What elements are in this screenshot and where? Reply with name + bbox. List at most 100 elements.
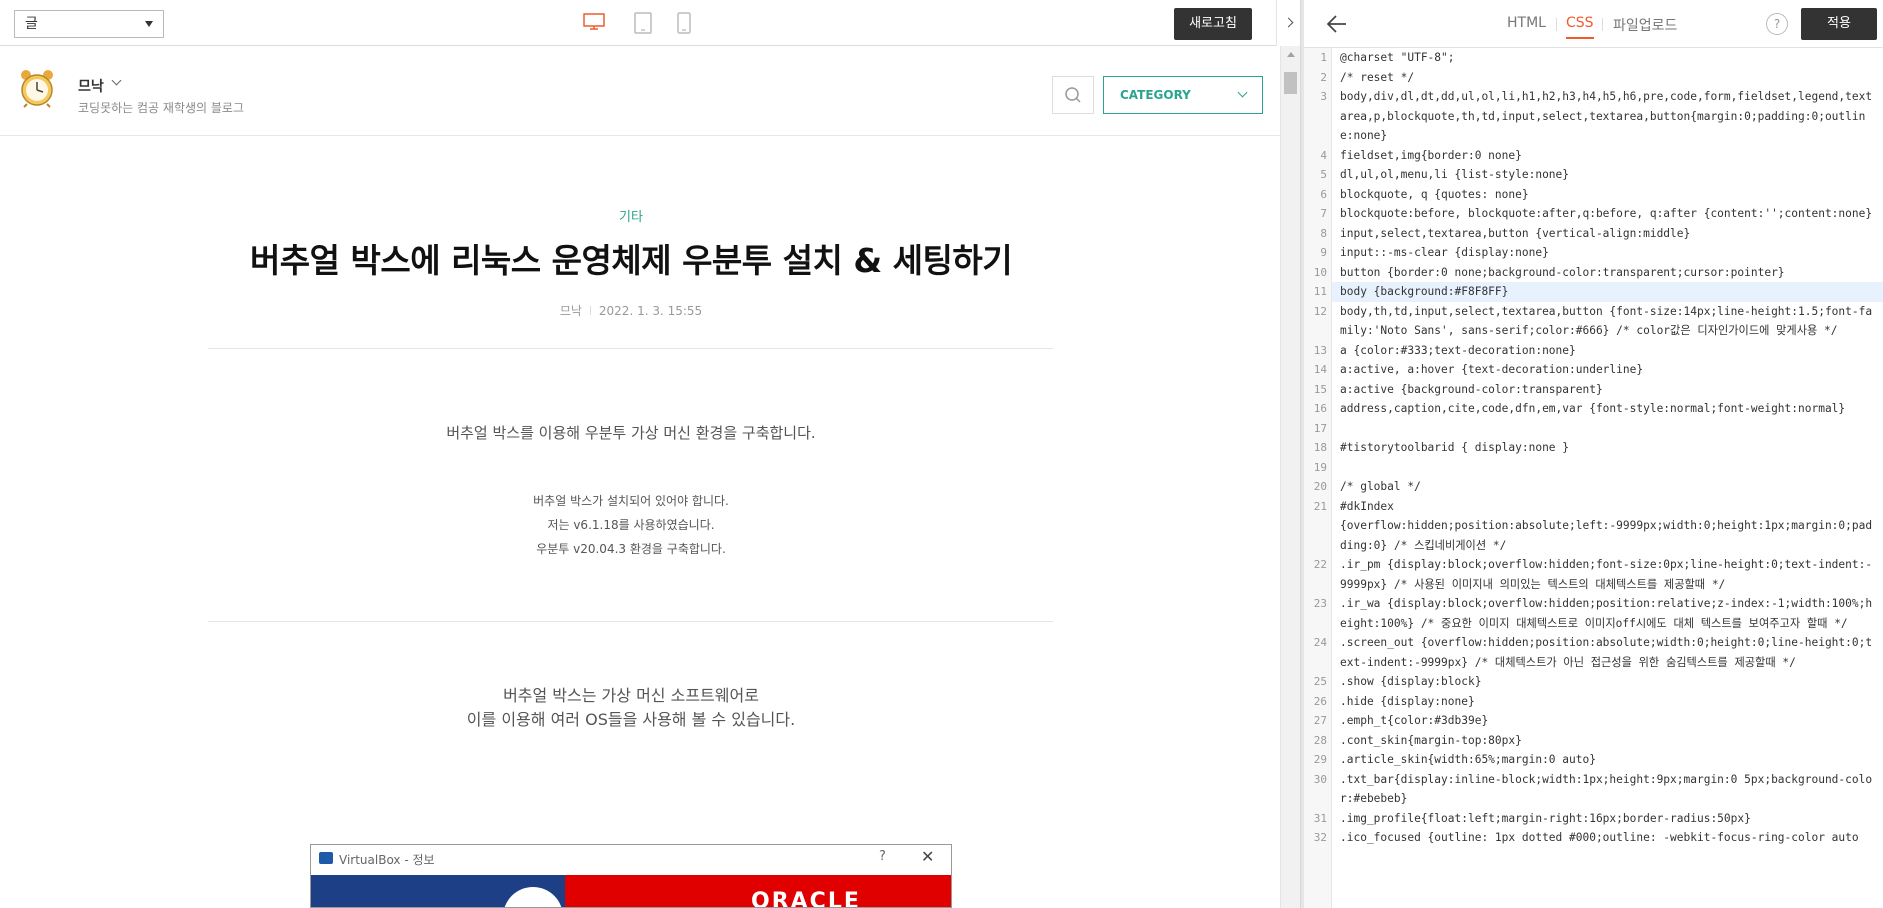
code-line[interactable]: 15 a:active {background-color:transparent… xyxy=(1304,380,1883,400)
code-text[interactable] xyxy=(1332,458,1883,478)
code-text[interactable]: a {color:#333;text-decoration:none} xyxy=(1332,341,1883,361)
tab-css[interactable]: CSS xyxy=(1566,15,1594,39)
refresh-button[interactable]: 새로고침 xyxy=(1174,8,1252,40)
alarm-clock-logo[interactable] xyxy=(18,68,56,108)
code-line[interactable]: 17 xyxy=(1304,419,1883,439)
code-text[interactable]: address,caption,cite,code,dfn,em,var {fo… xyxy=(1332,399,1883,419)
code-text[interactable]: .show {display:block} xyxy=(1332,672,1883,692)
code-line[interactable]: 24 .screen_out {overflow:hidden;position:… xyxy=(1304,633,1883,672)
line-number: 19 xyxy=(1313,460,1327,474)
code-line[interactable]: 26 .hide {display:none} xyxy=(1304,692,1883,712)
collapse-panel-button[interactable] xyxy=(1276,0,1300,46)
back-arrow-icon[interactable] xyxy=(1326,14,1348,34)
code-text[interactable]: body,th,td,input,select,textarea,button … xyxy=(1332,302,1883,341)
code-text[interactable]: .hide {display:none} xyxy=(1332,692,1883,712)
code-text[interactable]: .screen_out {overflow:hidden;position:ab… xyxy=(1332,633,1883,672)
code-text[interactable]: body,div,dl,dt,dd,ul,ol,li,h1,h2,h3,h4,h… xyxy=(1332,87,1883,146)
chevron-down-icon[interactable] xyxy=(111,75,122,86)
apply-button[interactable]: 적용 xyxy=(1801,8,1877,40)
tab-html[interactable]: HTML xyxy=(1507,15,1546,31)
code-lines[interactable]: 1 @charset "UTF-8"; 2 /* reset */ 3 body,div,… xyxy=(1304,48,1883,848)
code-text[interactable]: fieldset,img{border:0 none} xyxy=(1332,146,1883,166)
code-text[interactable]: {overflow:hidden;position:absolute;left:… xyxy=(1332,516,1883,555)
code-line[interactable]: 5 dl,ul,ol,menu,li {list-style:none} xyxy=(1304,165,1883,185)
code-line[interactable]: 8 input,select,textarea,button {vertical-… xyxy=(1304,224,1883,244)
preview-scrollbar[interactable] xyxy=(1280,46,1300,908)
help-button[interactable]: ? xyxy=(1766,13,1788,35)
code-line[interactable]: 21 #dkIndex xyxy=(1304,497,1883,517)
code-text[interactable]: button {border:0 none;background-color:t… xyxy=(1332,263,1883,283)
line-number xyxy=(1304,516,1332,555)
tablet-icon[interactable] xyxy=(634,12,652,34)
code-line[interactable]: 28 .cont_skin{margin-top:80px} xyxy=(1304,731,1883,751)
search-button[interactable] xyxy=(1052,76,1094,114)
code-line[interactable]: 29 .article_skin{width:65%;margin:0 auto} xyxy=(1304,750,1883,770)
code-text[interactable]: .img_profile{float:left;margin-right:16p… xyxy=(1332,809,1883,829)
tab-divider xyxy=(1602,18,1603,31)
code-text[interactable]: .cont_skin{margin-top:80px} xyxy=(1332,731,1883,751)
code-text[interactable]: a:active, a:hover {text-decoration:under… xyxy=(1332,360,1883,380)
code-line[interactable]: 16 address,caption,cite,code,dfn,em,var {… xyxy=(1304,399,1883,419)
code-text[interactable]: /* reset */ xyxy=(1332,68,1883,88)
code-line[interactable]: 32 .ico_focused {outline: 1px dotted #000… xyxy=(1304,828,1883,848)
line-number: 5 xyxy=(1320,168,1327,181)
preview-toolbar: 글 새로고침 xyxy=(0,0,1300,46)
code-line[interactable]: 11 body {background:#F8F8FF} xyxy=(1304,282,1883,302)
code-text[interactable]: #dkIndex xyxy=(1332,497,1883,517)
article-intro: 버추얼 박스를 이용해 우분투 가상 머신 환경을 구축합니다. xyxy=(446,424,816,442)
code-text[interactable]: .ir_wa {display:block;overflow:hidden;po… xyxy=(1332,594,1883,633)
code-text[interactable]: #tistorytoolbarid { display:none } xyxy=(1332,438,1883,458)
blog-title[interactable]: 므낙 xyxy=(78,76,104,96)
code-line[interactable]: 18 #tistorytoolbarid { display:none } xyxy=(1304,438,1883,458)
code-line[interactable]: 13 a {color:#333;text-decoration:none} xyxy=(1304,341,1883,361)
code-line[interactable]: 4 fieldset,img{border:0 none} xyxy=(1304,146,1883,166)
code-line[interactable]: 9 input::-ms-clear {display:none} xyxy=(1304,243,1883,263)
code-line[interactable]: 10 button {border:0 none;background-color… xyxy=(1304,263,1883,283)
code-line[interactable]: 22 .ir_pm {display:block;overflow:hidden;… xyxy=(1304,555,1883,594)
code-line[interactable]: 14 a:active, a:hover {text-decoration:und… xyxy=(1304,360,1883,380)
code-text[interactable]: a:active {background-color:transparent} xyxy=(1332,380,1883,400)
code-text[interactable]: /* global */ xyxy=(1332,477,1883,497)
scrollbar-thumb[interactable] xyxy=(1284,72,1297,94)
skin-editor-panel: HTML CSS 파일업로드 ? 적용 1 @charset "UTF-8"; 2 /… xyxy=(1304,0,1883,908)
desktop-icon[interactable] xyxy=(583,13,605,30)
line-number: 15 xyxy=(1313,382,1327,396)
code-text[interactable]: input,select,textarea,button {vertical-a… xyxy=(1332,224,1883,244)
code-line[interactable]: 6 blockquote, q {quotes: none} xyxy=(1304,185,1883,205)
code-text[interactable]: blockquote, q {quotes: none} xyxy=(1332,185,1883,205)
css-code-editor[interactable]: 1 @charset "UTF-8"; 2 /* reset */ 3 body,div,… xyxy=(1304,48,1883,908)
code-text[interactable]: @charset "UTF-8"; xyxy=(1332,48,1883,68)
view-select[interactable]: 글 xyxy=(14,10,164,38)
search-icon xyxy=(1065,87,1081,103)
code-line[interactable]: 27 .emph_t{color:#3db39e} xyxy=(1304,711,1883,731)
line-number: 2 xyxy=(1320,70,1327,84)
code-text[interactable]: .ico_focused {outline: 1px dotted #000;o… xyxy=(1332,828,1883,848)
code-line[interactable]: 12 body,th,td,input,select,textarea,butto… xyxy=(1304,302,1883,341)
code-text[interactable]: dl,ul,ol,menu,li {list-style:none} xyxy=(1332,165,1883,185)
scroll-up-arrow-icon[interactable] xyxy=(1287,52,1295,57)
code-text[interactable]: input::-ms-clear {display:none} xyxy=(1332,243,1883,263)
code-line[interactable]: 25 .show {display:block} xyxy=(1304,672,1883,692)
code-line[interactable]: 23 .ir_wa {display:block;overflow:hidden;… xyxy=(1304,594,1883,633)
code-text[interactable]: .emph_t{color:#3db39e} xyxy=(1332,711,1883,731)
code-text[interactable]: .article_skin{width:65%;margin:0 auto} xyxy=(1332,750,1883,770)
code-text[interactable]: body {background:#F8F8FF} xyxy=(1332,282,1883,302)
code-text[interactable]: blockquote:before, blockquote:after,q:be… xyxy=(1332,204,1883,224)
code-line[interactable]: 30 .txt_bar{display:inline-block;width:1p… xyxy=(1304,770,1883,809)
category-dropdown[interactable]: CATEGORY xyxy=(1103,76,1263,114)
code-line[interactable]: 7 blockquote:before, blockquote:after,q:b… xyxy=(1304,204,1883,224)
code-line[interactable]: 3 body,div,dl,dt,dd,ul,ol,li,h1,h2,h3,h4,… xyxy=(1304,87,1883,146)
tab-file-upload[interactable]: 파일업로드 xyxy=(1613,15,1677,35)
code-line[interactable]: 31 .img_profile{float:left;margin-right:1… xyxy=(1304,809,1883,829)
code-line[interactable]: {overflow:hidden;position:absolute;left:… xyxy=(1304,516,1883,555)
code-line[interactable]: 2 /* reset */ xyxy=(1304,68,1883,88)
code-line[interactable]: 20 /* global */ xyxy=(1304,477,1883,497)
article-category[interactable]: 기타 xyxy=(0,206,1262,225)
code-line[interactable]: 19 xyxy=(1304,458,1883,478)
code-line[interactable]: 1 @charset "UTF-8"; xyxy=(1304,48,1883,68)
code-text[interactable]: .txt_bar{display:inline-block;width:1px;… xyxy=(1332,770,1883,809)
code-text[interactable]: .ir_pm {display:block;overflow:hidden;fo… xyxy=(1332,555,1883,594)
mobile-icon[interactable] xyxy=(677,12,691,34)
blog-header: 므낙 코딩못하는 컴공 재학생의 블로그 CATEGORY xyxy=(0,46,1280,136)
code-text[interactable] xyxy=(1332,419,1883,439)
